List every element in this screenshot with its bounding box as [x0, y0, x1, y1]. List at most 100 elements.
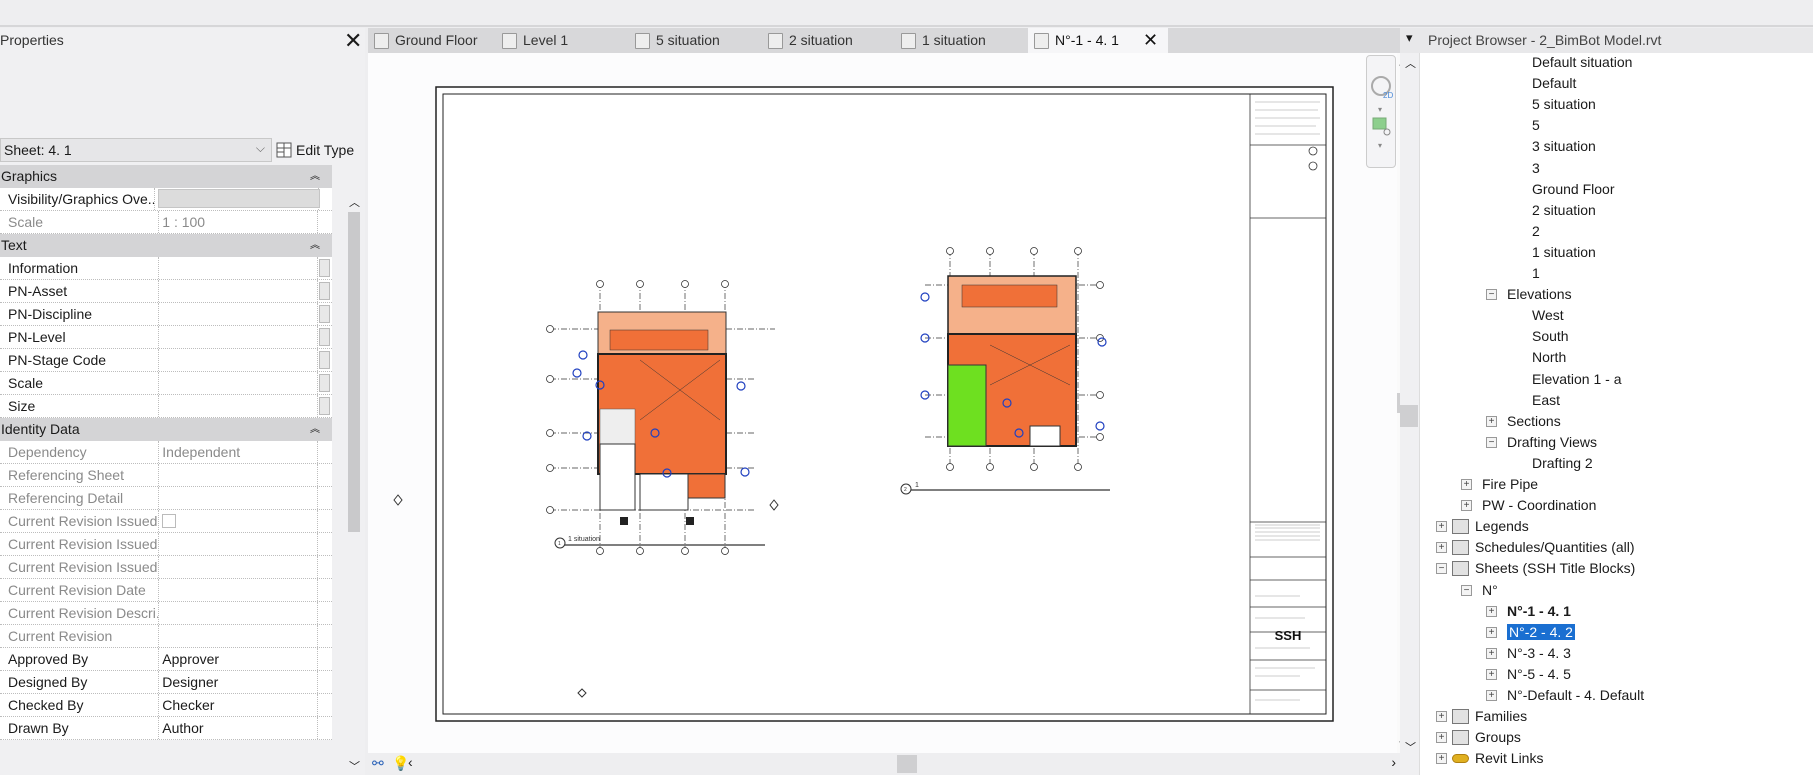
section-header-text[interactable]: Text ︽: [0, 234, 332, 257]
tree-item[interactable]: South: [1532, 326, 1569, 347]
close-icon[interactable]: ✕: [344, 28, 362, 54]
collapse-toggle-icon[interactable]: −: [1436, 563, 1447, 575]
expand-toggle-icon[interactable]: +: [1486, 668, 1497, 680]
property-value[interactable]: [159, 349, 331, 371]
tab-2-situation[interactable]: 2 situation: [762, 28, 895, 53]
scroll-up-icon[interactable]: ︿: [349, 194, 360, 210]
row-button[interactable]: [319, 305, 331, 323]
lightbulb-icon[interactable]: 💡: [392, 755, 409, 772]
tree-item[interactable]: N°-5 - 4. 5: [1507, 664, 1571, 685]
tree-item[interactable]: Elevations: [1507, 284, 1572, 305]
tree-item[interactable]: Sections: [1507, 411, 1561, 432]
edit-type-button[interactable]: Edit Type: [276, 138, 354, 162]
collapse-toggle-icon[interactable]: −: [1486, 289, 1497, 301]
property-row[interactable]: Visibility/Graphics Ove...: [0, 188, 332, 211]
tree-item[interactable]: PW - Coordination: [1482, 495, 1596, 516]
close-icon[interactable]: ✕: [1143, 28, 1158, 53]
tree-item[interactable]: Schedules/Quantities (all): [1475, 537, 1635, 558]
tree-item[interactable]: N°-3 - 4. 3: [1507, 643, 1571, 664]
collapse-icon[interactable]: ︽: [310, 418, 320, 441]
property-value[interactable]: [159, 257, 331, 279]
property-row[interactable]: Current Revision Issued: [0, 510, 332, 533]
scroll-down-icon[interactable]: ﹀: [349, 758, 360, 774]
property-value[interactable]: [159, 303, 331, 325]
tree-item[interactable]: Drafting Views: [1507, 432, 1597, 453]
collapse-toggle-icon[interactable]: −: [1461, 584, 1472, 596]
browser-menu-icon[interactable]: ▾: [1406, 30, 1413, 46]
property-row[interactable]: Checked By Checker: [0, 694, 332, 717]
tree-item[interactable]: Elevation 1 - a: [1532, 369, 1622, 390]
tree-item[interactable]: Default situation: [1532, 52, 1632, 73]
drawing-canvas[interactable]: SSH 1 situation 1 1 2: [368, 53, 1398, 753]
tree-item[interactable]: 3 situation: [1532, 136, 1596, 157]
property-row[interactable]: Current Revision Issued...: [0, 533, 332, 556]
collapse-icon[interactable]: ︽: [310, 165, 320, 188]
tree-item[interactable]: Drafting 2: [1532, 453, 1593, 474]
tree-item[interactable]: 5: [1532, 115, 1540, 136]
row-button[interactable]: [319, 282, 331, 300]
tree-item[interactable]: Families: [1475, 706, 1527, 727]
property-value[interactable]: Checker: [159, 694, 319, 716]
scroll-down-icon[interactable]: ﹀: [1405, 739, 1416, 755]
property-row[interactable]: Approved By Approver: [0, 648, 332, 671]
property-row[interactable]: Current Revision Descri...: [0, 602, 332, 625]
property-row[interactable]: Dependency Independent: [0, 441, 332, 464]
scroll-left-icon[interactable]: ‹: [408, 754, 413, 770]
scroll-right-icon[interactable]: ›: [1391, 754, 1396, 770]
property-row[interactable]: Referencing Detail: [0, 487, 332, 510]
scroll-up-icon[interactable]: ︿: [1405, 55, 1416, 71]
browser-scrollbar[interactable]: ︿ ﹀: [1400, 53, 1420, 775]
property-row[interactable]: PN-Asset: [0, 280, 332, 303]
collapse-icon[interactable]: ︽: [310, 234, 320, 257]
tree-item[interactable]: Ground Floor: [1532, 179, 1614, 200]
property-value[interactable]: Designer: [159, 671, 319, 693]
row-button[interactable]: [319, 397, 331, 415]
tree-item[interactable]: Legends: [1475, 516, 1529, 537]
tree-item[interactable]: 1: [1532, 263, 1540, 284]
tab-level-1[interactable]: Level 1: [496, 28, 629, 53]
tree-item[interactable]: 1 situation: [1532, 242, 1596, 263]
worksharing-icon[interactable]: ⚯: [372, 755, 384, 772]
row-button[interactable]: [319, 259, 331, 277]
property-row[interactable]: Designed By Designer: [0, 671, 332, 694]
property-row[interactable]: Current Revision Date: [0, 579, 332, 602]
tree-item[interactable]: 2 situation: [1532, 200, 1596, 221]
property-row[interactable]: Information: [0, 257, 332, 280]
tree-item[interactable]: N°-2 - 4. 2: [1507, 622, 1575, 643]
tree-item[interactable]: 3: [1532, 158, 1540, 179]
property-row[interactable]: Size: [0, 395, 332, 418]
expand-toggle-icon[interactable]: +: [1486, 415, 1497, 427]
expand-toggle-icon[interactable]: +: [1436, 521, 1447, 533]
property-row[interactable]: Scale 1 : 100: [0, 211, 332, 234]
property-value[interactable]: [155, 188, 320, 210]
section-header-graphics[interactable]: Graphics ︽: [0, 165, 332, 188]
property-value[interactable]: Author: [159, 717, 319, 739]
property-value[interactable]: [159, 372, 331, 394]
tree-item[interactable]: 5 situation: [1532, 94, 1596, 115]
section-header-identity-data[interactable]: Identity Data ︽: [0, 418, 332, 441]
expand-toggle-icon[interactable]: +: [1436, 711, 1447, 723]
expand-toggle-icon[interactable]: +: [1461, 479, 1472, 490]
scrollbar-thumb[interactable]: [1400, 405, 1418, 427]
expand-toggle-icon[interactable]: +: [1436, 732, 1447, 744]
property-row[interactable]: PN-Level: [0, 326, 332, 349]
type-selector[interactable]: Sheet: 4. 1 ⌵: [0, 138, 272, 162]
tab-5-situation[interactable]: 5 situation: [629, 28, 762, 53]
tab-ground-floor[interactable]: Ground Floor: [368, 28, 496, 53]
property-value[interactable]: [159, 395, 331, 417]
expand-toggle-icon[interactable]: +: [1486, 647, 1497, 659]
tree-item[interactable]: West: [1532, 305, 1564, 326]
property-value[interactable]: [159, 326, 331, 348]
tree-item[interactable]: N°: [1482, 580, 1498, 601]
row-button[interactable]: [319, 374, 331, 392]
tree-item[interactable]: North: [1532, 347, 1566, 368]
expand-toggle-icon[interactable]: +: [1486, 690, 1497, 701]
row-button[interactable]: [319, 351, 331, 369]
navigation-bar[interactable]: 2D ▾ ▾: [1366, 55, 1396, 168]
tree-item[interactable]: Fire Pipe: [1482, 474, 1538, 495]
tree-item[interactable]: Revit Links: [1475, 748, 1543, 769]
property-row[interactable]: PN-Discipline: [0, 303, 332, 326]
property-row[interactable]: Current Revision Issued...: [0, 556, 332, 579]
tree-item[interactable]: N°-1 - 4. 1: [1507, 601, 1571, 622]
property-row[interactable]: Current Revision: [0, 625, 332, 648]
